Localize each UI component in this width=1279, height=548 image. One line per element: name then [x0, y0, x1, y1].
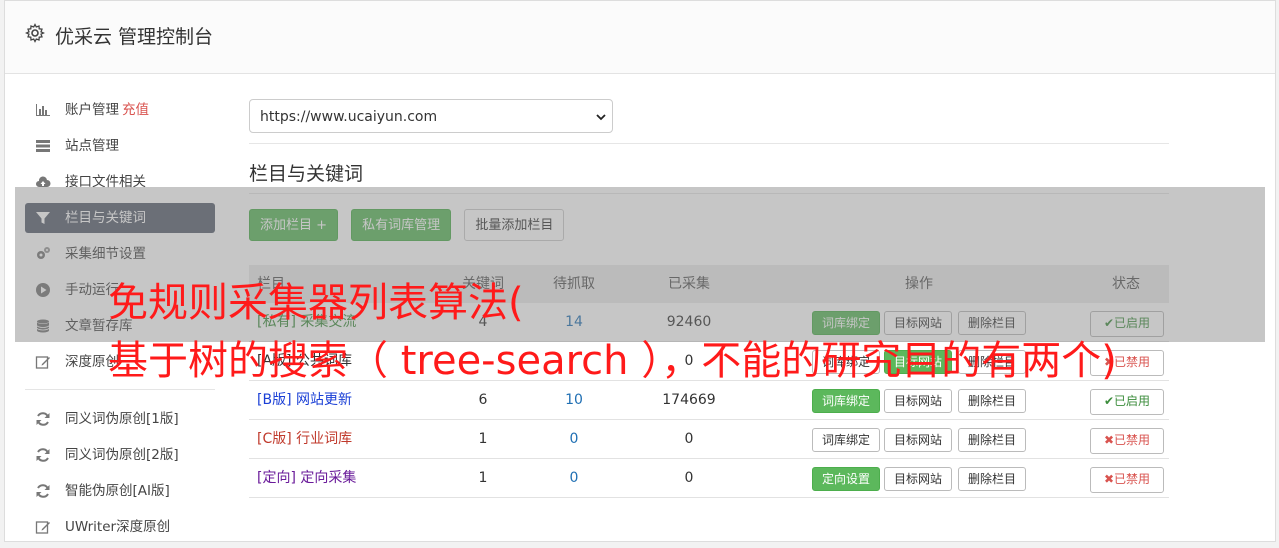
directed-settings-button[interactable]: 定向设置 — [812, 467, 881, 491]
status-label: 已禁用 — [1114, 472, 1151, 486]
collected-count: 0 — [684, 470, 694, 486]
status-cell: ✔已启用 — [1081, 381, 1171, 419]
sidebar-item-label: 智能伪原创[AI版] — [65, 483, 170, 499]
sidebar-item-collect-settings[interactable]: 采集细节设置 — [25, 239, 215, 269]
edit-icon — [35, 521, 50, 534]
bar-chart-icon — [36, 104, 50, 116]
refresh-icon — [36, 484, 50, 498]
recharge-link[interactable]: 充值 — [122, 102, 149, 118]
pending-count[interactable]: 10 — [539, 381, 609, 419]
target-site-button[interactable]: 目标网站 — [884, 389, 953, 413]
section-title: 栏目与关键词 — [249, 163, 364, 185]
sidebar-item-label: 同义词伪原创[1版] — [65, 411, 179, 427]
divider — [249, 143, 1169, 144]
sidebar-item-api-files[interactable]: 接口文件相关 — [25, 167, 215, 197]
header: 优采云 管理控制台 — [5, 1, 1275, 74]
row-actions: 定向设置 目标网站 删除栏目 — [809, 459, 1029, 497]
sidebar-item-label: 栏目与关键词 — [65, 210, 146, 226]
page-title: 优采云 管理控制台 — [55, 26, 214, 48]
bind-lib-button[interactable]: 词库绑定 — [812, 428, 881, 452]
edit-icon — [35, 356, 50, 369]
private-lib-button[interactable]: 私有词库管理 — [351, 209, 452, 241]
keyword-count: 6 — [478, 392, 488, 408]
sidebar-item-label: 接口文件相关 — [65, 174, 146, 190]
status-label: 已禁用 — [1114, 355, 1151, 369]
sidebar-item-label: 站点管理 — [65, 138, 119, 154]
status-cell: ✖已禁用 — [1081, 459, 1171, 497]
sidebar-item-uwriter[interactable]: UWriter深度原创 — [25, 512, 215, 542]
play-circle-icon — [36, 283, 50, 297]
collected-count: 174669 — [662, 392, 716, 408]
filter-icon — [36, 212, 50, 224]
header-status: 状态 — [1112, 276, 1140, 292]
refresh-icon — [36, 412, 50, 426]
target-site-button[interactable]: 目标网站 — [884, 428, 953, 452]
batch-add-button[interactable]: 批量添加栏目 — [464, 209, 565, 241]
table-row: [定向] 定向采集 1 0 0 定向设置 目标网站 删除栏目 ✖已禁用 — [249, 459, 1169, 498]
row-actions: 词库绑定 目标网站 删除栏目 — [809, 420, 1029, 458]
site-select-value: https://www.ucaiyun.com — [260, 109, 438, 125]
sidebar-item-ai-rewrite[interactable]: 智能伪原创[AI版] — [25, 476, 215, 506]
status-label: 已启用 — [1114, 316, 1151, 330]
status-cell: ✖已禁用 — [1081, 420, 1171, 458]
sidebar-item-account[interactable]: 账户管理 充值 — [25, 95, 215, 125]
site-select[interactable]: https://www.ucaiyun.com — [249, 99, 613, 133]
pending-count[interactable]: 0 — [539, 459, 609, 497]
table-row: [C版] 行业词库 1 0 0 词库绑定 目标网站 删除栏目 ✖已禁用 — [249, 420, 1169, 459]
overlay-title-line1: 免规则采集器列表算法( — [108, 280, 524, 326]
sidebar-divider — [25, 389, 215, 390]
column-name-link[interactable]: [B版] 网站更新 — [257, 381, 352, 419]
server-icon — [36, 140, 50, 152]
sidebar-item-label: 采集细节设置 — [65, 246, 146, 262]
status-toggle[interactable]: ✔已启用 — [1090, 389, 1164, 415]
status-label: 已启用 — [1114, 394, 1151, 408]
sidebar-item-label: 同义词伪原创[2版] — [65, 447, 179, 463]
keyword-count: 1 — [478, 431, 488, 447]
bind-lib-button[interactable]: 词库绑定 — [812, 389, 881, 413]
delete-column-button[interactable]: 删除栏目 — [958, 428, 1027, 452]
gears-icon — [37, 247, 50, 259]
column-name-link[interactable]: [C版] 行业词库 — [257, 420, 352, 458]
column-name-link[interactable]: [定向] 定向采集 — [257, 459, 356, 497]
row-actions: 词库绑定 目标网站 删除栏目 — [809, 381, 1029, 419]
sidebar-item-label: 账户管理 — [65, 102, 119, 118]
delete-column-button[interactable]: 删除栏目 — [958, 389, 1027, 413]
divider — [249, 193, 1169, 194]
sidebar-item-synonym-v2[interactable]: 同义词伪原创[2版] — [25, 440, 215, 470]
gear-icon — [25, 23, 45, 43]
toolbar: 添加栏目 + 私有词库管理 批量添加栏目 — [249, 209, 573, 241]
sidebar-item-label: UWriter深度原创 — [65, 519, 171, 535]
refresh-icon — [36, 448, 50, 462]
header-ops: 操作 — [905, 276, 933, 292]
collected-count: 0 — [684, 431, 694, 447]
sidebar-item-synonym-v1[interactable]: 同义词伪原创[1版] — [25, 404, 215, 434]
keyword-count: 1 — [478, 470, 488, 486]
add-column-button[interactable]: 添加栏目 + — [249, 209, 339, 241]
status-label: 已禁用 — [1114, 433, 1151, 447]
delete-column-button[interactable]: 删除栏目 — [958, 467, 1027, 491]
header-pending: 待抓取 — [553, 276, 595, 292]
database-icon — [36, 319, 50, 333]
pending-count[interactable]: 0 — [539, 420, 609, 458]
table-row: [B版] 网站更新 6 10 174669 词库绑定 目标网站 删除栏目 ✔已启… — [249, 381, 1169, 420]
sidebar-item-columns-keywords[interactable]: 栏目与关键词 — [25, 203, 215, 233]
cloud-upload-icon — [36, 176, 51, 187]
status-toggle[interactable]: ✖已禁用 — [1090, 428, 1164, 454]
status-toggle[interactable]: ✖已禁用 — [1090, 467, 1164, 493]
sidebar-item-sites[interactable]: 站点管理 — [25, 131, 215, 161]
chevron-down-icon — [596, 114, 606, 121]
header-collected: 已采集 — [668, 276, 710, 292]
overlay-title-line2: 基于树的搜索（ tree-search ），不能的研究目的有两个) — [108, 338, 1117, 384]
target-site-button[interactable]: 目标网站 — [884, 467, 953, 491]
